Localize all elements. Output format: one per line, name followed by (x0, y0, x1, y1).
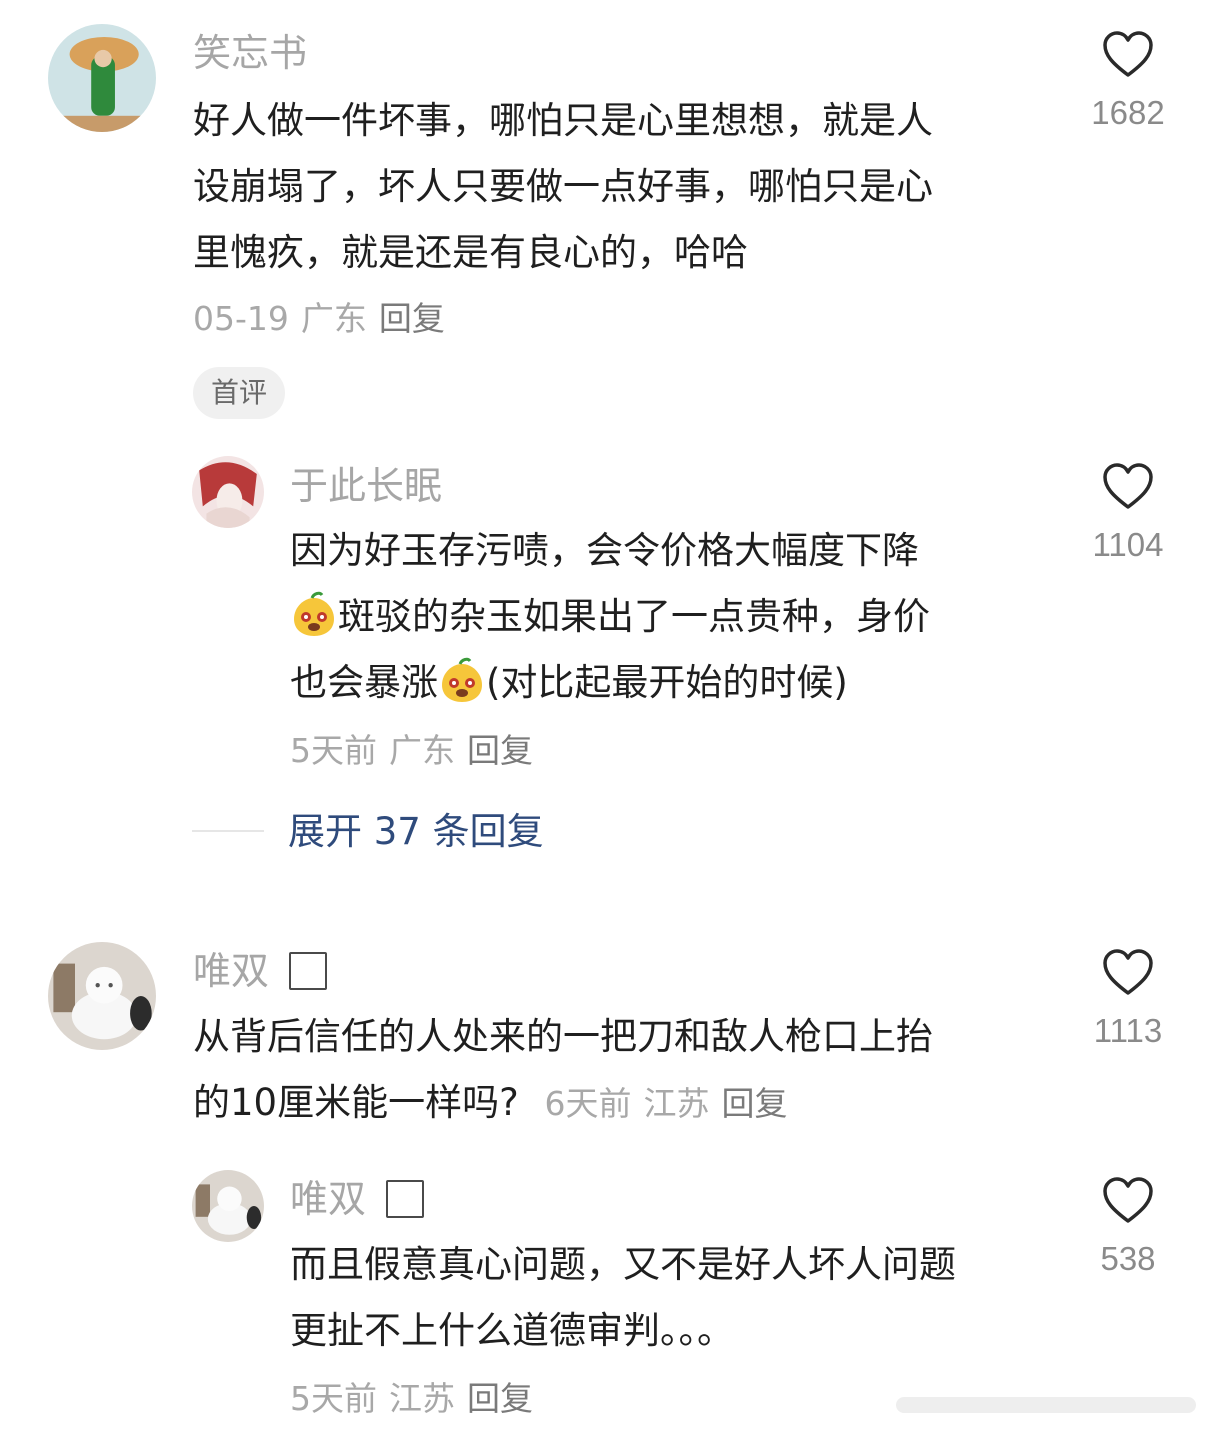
comment-text-line: 从背后信任的人处来的一把刀和敌人枪口上抬 (193, 1015, 933, 1058)
comment-text-line: 而且假意真心问题，又不是好人坏人问题 (290, 1243, 956, 1286)
heart-outline-icon (1103, 31, 1153, 77)
lemon-face-emoji-icon (294, 591, 334, 636)
comment-text: 从背后信任的人处来的一把刀和敌人枪口上抬 的10厘米能一样吗? 6天前 江苏 回复 (193, 1004, 933, 1136)
avatar-image (192, 1170, 264, 1242)
comment-time: 5天前 (290, 731, 377, 770)
comment-time: 5天前 (290, 1379, 377, 1418)
avatar[interactable] (48, 942, 156, 1050)
comment-text-segment: (对比起最开始的时候) (486, 661, 848, 704)
comment-text-line: 的10厘米能一样吗? 6天前 江苏 回复 (193, 1070, 933, 1136)
comment-text-line: 更扯不上什么道德审判。。。 (290, 1309, 734, 1352)
comment-text-segment: 的10厘米能一样吗? (193, 1081, 519, 1124)
comment-text-line: 也会暴涨 (对比起最开始的时候) (290, 650, 930, 716)
like-count: 1104 (1092, 526, 1164, 563)
comment-text-segment: 也会暴涨 (290, 661, 438, 704)
reply-button[interactable]: 回复 (467, 731, 533, 770)
avatar-image (48, 24, 156, 132)
username-text: 唯双 (290, 1177, 367, 1221)
comment-location: 江苏 (389, 1379, 455, 1418)
reply-button[interactable]: 回复 (379, 299, 445, 338)
comment-text: 而且假意真心问题，又不是好人坏人问题 更扯不上什么道德审判。。。 (290, 1232, 956, 1364)
comment-text-line: 斑驳的杂玉如果出了一点贵种，身价 (290, 584, 930, 650)
like-button[interactable]: 1682 (1078, 30, 1178, 129)
like-count: 1113 (1093, 1012, 1163, 1049)
comment-text: 因为好玉存污啧，会令价格大幅度下降 斑驳的杂玉如果出了一点贵种，身价 也会暴涨 … (290, 518, 930, 716)
square-badge-icon (289, 952, 328, 990)
comment-text-segment: 斑驳的杂玉如果出了一点贵种，身价 (338, 595, 930, 638)
comment-text-line: 里愧疚，就是还是有良心的，哈哈 (193, 231, 748, 274)
comment-time: 05-19 (193, 299, 289, 338)
avatar[interactable] (192, 456, 264, 528)
comment-location: 江苏 (643, 1084, 710, 1123)
comment-meta: 5天前 江苏 回复 (290, 1382, 533, 1415)
comment-text-line: 因为好玉存污啧，会令价格大幅度下降 (290, 529, 919, 572)
comment-username[interactable]: 唯双 (290, 1177, 425, 1221)
avatar[interactable] (192, 1170, 264, 1242)
comment-text: 好人做一件坏事，哪怕只是心里想想，就是人 设崩塌了，坏人只要做一点好事，哪怕只是… (193, 88, 933, 286)
expand-replies-button[interactable]: 展开 37 条回复 (288, 813, 544, 850)
avatar-image (192, 456, 264, 528)
like-count: 538 (1100, 1240, 1156, 1277)
comment-text-line: 设崩塌了，坏人只要做一点好事，哪怕只是心 (193, 165, 933, 208)
comment-time: 6天前 (544, 1084, 632, 1123)
watermark (896, 1397, 1196, 1413)
comment-location: 广东 (300, 299, 367, 338)
comment-meta: 05-19 广东 回复 (193, 302, 445, 335)
heart-outline-icon (1103, 1177, 1153, 1223)
comment-meta: 5天前 广东 回复 (290, 734, 533, 767)
like-button[interactable]: 1104 (1078, 462, 1178, 561)
comment-location: 广东 (389, 731, 455, 770)
comment-text-line: 好人做一件坏事，哪怕只是心里想想，就是人 (193, 99, 933, 142)
lemon-face-emoji-icon (442, 657, 482, 702)
username-text: 唯双 (193, 949, 270, 993)
reply-button[interactable]: 回复 (722, 1084, 788, 1123)
heart-outline-icon (1103, 463, 1153, 509)
comment-username[interactable]: 唯双 (193, 949, 328, 993)
like-button[interactable]: 538 (1078, 1176, 1178, 1275)
square-badge-icon (386, 1180, 425, 1218)
heart-outline-icon (1103, 949, 1153, 995)
comment-username[interactable]: 于此长眠 (290, 467, 442, 505)
reply-button[interactable]: 回复 (467, 1379, 533, 1418)
avatar[interactable] (48, 24, 156, 132)
comment-username[interactable]: 笑忘书 (193, 34, 307, 72)
like-count: 1682 (1091, 94, 1165, 131)
first-comment-badge: 首评 (193, 367, 286, 419)
comment-meta: 6天前 江苏 回复 (545, 1084, 788, 1123)
expand-divider (192, 830, 264, 832)
avatar-image (48, 942, 156, 1050)
like-button[interactable]: 1113 (1078, 948, 1178, 1047)
